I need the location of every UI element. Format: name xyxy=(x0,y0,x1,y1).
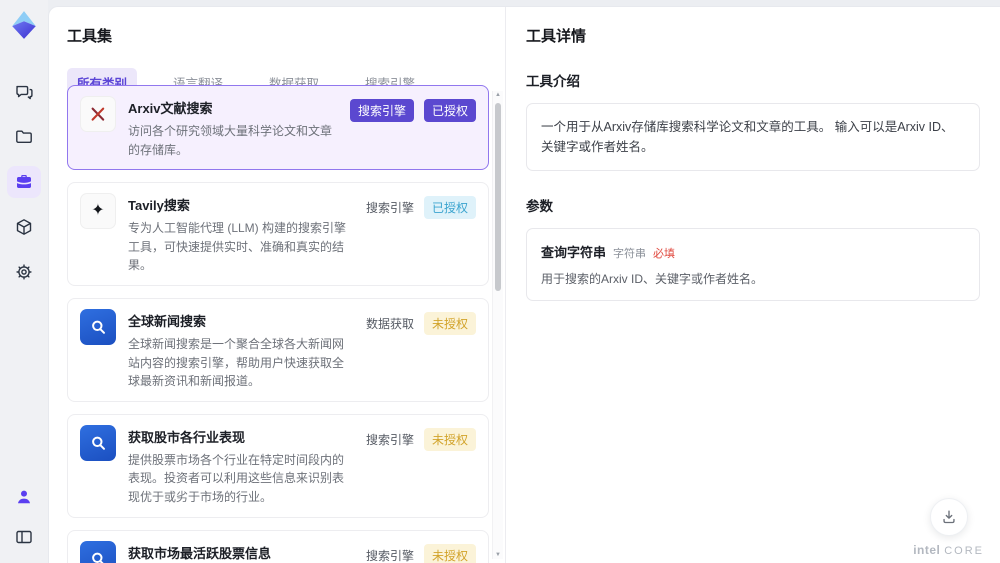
active-stock-icon xyxy=(80,540,116,563)
tool-name: Arxiv文献搜索 xyxy=(128,101,213,116)
category-label: 数据获取 xyxy=(365,316,414,331)
cube-icon[interactable] xyxy=(7,211,41,243)
folder-icon[interactable] xyxy=(7,121,41,153)
tool-name: 获取股市各行业表现 xyxy=(128,429,246,445)
tool-card-tavily[interactable]: ✦ Tavily搜索 专为人工智能代理 (LLM) 构建的搜索引擎工具，可快速提… xyxy=(67,182,489,286)
category-badge: 搜索引擎 xyxy=(349,99,414,122)
tool-card-active-stock[interactable]: 获取市场最活跃股票信息 提供当天交易量最高的股票列表。投资者可以利用这些信息来识… xyxy=(67,529,489,563)
param-required-badge: 必填 xyxy=(653,248,676,260)
panel-toggle-icon[interactable] xyxy=(7,521,41,553)
tool-card-global-news[interactable]: 全球新闻搜索 全球新闻搜索是一个聚合全球各大新闻网站内容的搜索引擎，帮助用户快速… xyxy=(67,297,489,402)
main-panel: 工具集 所有类别 语言翻译 数据获取 搜索引擎 Arxiv文献搜索 访问各个研究… xyxy=(48,6,1000,563)
tool-detail-pane: 工具详情 工具介绍 一个用于从Arxiv存储库搜索科学论文和文章的工具。 输入可… xyxy=(506,7,1000,563)
param-name: 查询字符串 xyxy=(541,245,607,260)
tool-card-arxiv[interactable]: Arxiv文献搜索 访问各个研究领域大量科学论文和文章的存储库。 搜索引擎 已授… xyxy=(67,85,489,171)
tool-name: 获取市场最活跃股票信息 xyxy=(128,545,272,561)
sidebar-bottom xyxy=(7,481,41,553)
tool-list-pane: 工具集 所有类别 语言翻译 数据获取 搜索引擎 Arxiv文献搜索 访问各个研究… xyxy=(49,7,505,563)
app-logo xyxy=(9,10,39,40)
param-card: 查询字符串 字符串 必填 用于搜索的Arxiv ID、关键字或作者姓名。 xyxy=(526,228,980,301)
detail-title: 工具详情 xyxy=(526,28,587,45)
news-search-icon xyxy=(80,308,116,345)
tool-name: Tavily搜索 xyxy=(128,198,190,214)
scrollbar[interactable]: ▲ ▼ xyxy=(492,91,503,559)
scroll-up-icon[interactable]: ▲ xyxy=(493,92,503,98)
download-button[interactable] xyxy=(929,498,968,536)
auth-badge: 已授权 xyxy=(423,196,476,220)
page-title: 工具集 xyxy=(67,28,113,45)
intel-core-logo: intel core xyxy=(913,543,984,557)
tool-desc: 提供股票市场各个行业在特定时间段内的表现。投资者可以利用这些信息来识别表现优于或… xyxy=(128,452,345,504)
tool-card-stock-sector[interactable]: 获取股市各行业表现 提供股票市场各个行业在特定时间段内的表现。投资者可以利用这些… xyxy=(67,413,489,518)
download-icon xyxy=(942,510,955,524)
tool-intro-text: 一个用于从Arxiv存储库搜索科学论文和文章的工具。 输入可以是Arxiv ID… xyxy=(526,103,980,171)
corner-widgets: intel core xyxy=(913,498,984,557)
scrollbar-thumb[interactable] xyxy=(495,103,501,291)
stock-sector-icon xyxy=(80,424,116,461)
tool-name: 全球新闻搜索 xyxy=(128,313,207,329)
scroll-down-icon[interactable]: ▼ xyxy=(493,552,503,558)
gear-icon[interactable] xyxy=(7,256,41,288)
tavily-star-icon: ✦ xyxy=(80,193,116,230)
auth-badge: 未授权 xyxy=(423,427,476,451)
category-label: 搜索引擎 xyxy=(365,432,414,447)
user-icon[interactable] xyxy=(7,481,41,513)
params-heading: 参数 xyxy=(526,199,553,214)
auth-badge: 已授权 xyxy=(423,99,476,122)
tool-desc: 全球新闻搜索是一个聚合全球各大新闻网站内容的搜索引擎，帮助用户快速获取全球最新资… xyxy=(128,336,345,389)
auth-badge: 未授权 xyxy=(423,311,476,335)
category-label: 搜索引擎 xyxy=(365,201,414,216)
intro-heading: 工具介绍 xyxy=(526,74,580,89)
category-label: 搜索引擎 xyxy=(365,548,414,563)
toolbox-icon[interactable] xyxy=(7,166,41,198)
arxiv-icon xyxy=(80,96,116,132)
param-type: 字符串 xyxy=(613,248,647,260)
tool-desc: 专为人工智能代理 (LLM) 构建的搜索引擎工具，可快速提供实时、准确和真实的结… xyxy=(128,221,347,273)
param-desc: 用于搜索的Arxiv ID、关键字或作者姓名。 xyxy=(541,272,764,286)
sidebar-nav xyxy=(7,76,41,288)
tool-card-list: Arxiv文献搜索 访问各个研究领域大量科学论文和文章的存储库。 搜索引擎 已授… xyxy=(67,85,489,563)
tool-desc: 访问各个研究领域大量科学论文和文章的存储库。 xyxy=(128,124,333,157)
auth-badge: 未授权 xyxy=(423,543,476,563)
sidebar xyxy=(0,0,48,563)
chat-icon[interactable] xyxy=(7,76,41,108)
